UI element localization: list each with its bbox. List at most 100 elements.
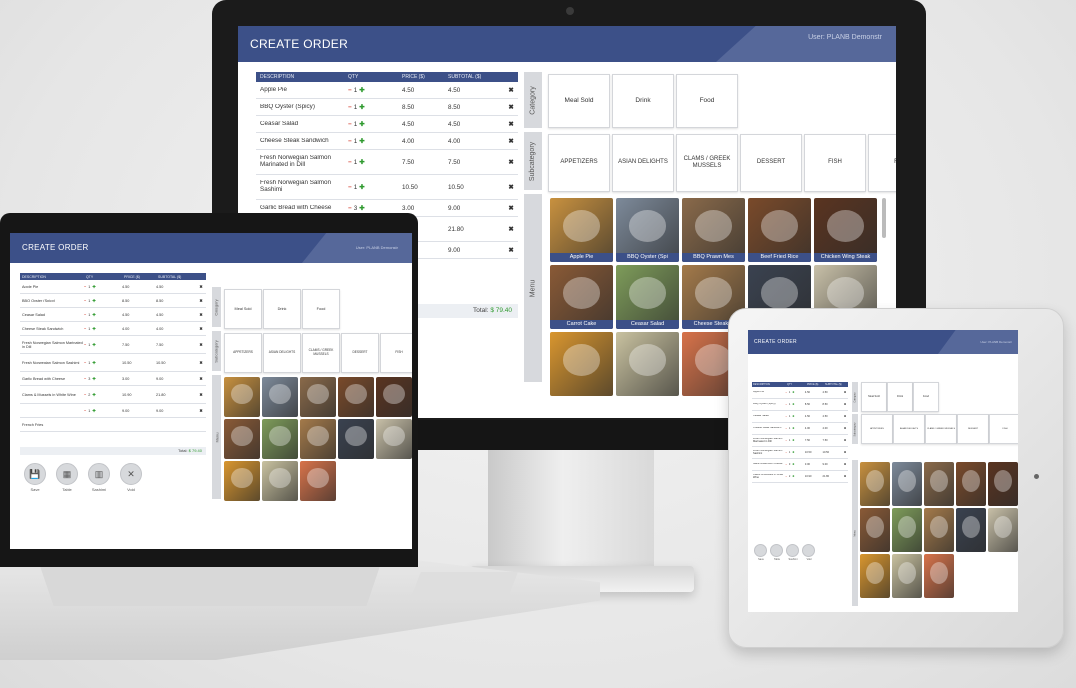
table-row[interactable]: Garlic Bread with Cheese −3 ✚ 3.00 9.00 ✖ [752,459,848,471]
qty-minus-icon[interactable]: − [348,104,352,111]
subcategory-button[interactable]: DESSERT [341,333,379,373]
qty-plus-icon[interactable]: ✚ [792,403,794,406]
table-row[interactable]: Fresh Norwegian Salmon Marinated in Dill… [752,435,848,447]
qty-plus-icon[interactable]: ✚ [792,391,794,394]
remove-item-icon[interactable]: ✖ [842,463,848,466]
qty-plus-icon[interactable]: ✚ [92,312,95,317]
table-button[interactable] [770,544,783,557]
remove-item-icon[interactable]: ✖ [196,284,206,289]
remove-item-icon[interactable]: ✖ [196,298,206,303]
qty-minus-icon[interactable]: − [348,184,352,191]
menu-item[interactable]: BBQ Oyster (Spi [616,198,679,262]
menu-item[interactable]: Cream Of Mushr [376,419,412,459]
qty-minus-icon[interactable]: − [348,138,352,145]
qty-minus-icon[interactable]: − [348,121,352,128]
category-button[interactable]: Food [913,382,939,412]
qty-minus-icon[interactable]: − [84,409,86,413]
menu-item[interactable] [860,554,890,598]
remove-item-icon[interactable]: ✖ [842,427,848,430]
menu-item[interactable] [224,461,260,501]
menu-item[interactable]: Apple Pie [224,377,260,417]
qty-plus-icon[interactable]: ✚ [359,138,364,145]
void-button[interactable]: ✕ [120,463,142,485]
subcategory-button[interactable]: ASIAN DELIGHTS [263,333,301,373]
remove-item-icon[interactable]: ✖ [504,87,518,94]
qty-minus-icon[interactable]: − [84,313,86,317]
menu-item[interactable]: Beef Fried Rice [338,377,374,417]
category-button[interactable]: Meal Sold [548,74,610,128]
menu-item[interactable]: Carrot Cake [550,265,613,329]
qty-minus-icon[interactable]: − [785,463,787,466]
category-button[interactable]: Drink [887,382,913,412]
void-button[interactable] [802,544,815,557]
qty-minus-icon[interactable]: − [348,205,352,212]
remove-item-icon[interactable]: ✖ [196,326,206,331]
qty-plus-icon[interactable]: ✚ [359,121,364,128]
qty-plus-icon[interactable]: ✚ [359,87,364,94]
remove-item-icon[interactable]: ✖ [504,184,518,191]
qty-minus-icon[interactable]: − [785,451,787,454]
sashimi-button[interactable]: ▥ [88,463,110,485]
remove-item-icon[interactable]: ✖ [196,376,206,381]
table-row[interactable]: Apple Pie −1 ✚ 4.50 4.50 ✖ [256,82,518,99]
table-row[interactable]: Ceasar Salad −1 ✚ 4.50 4.50 ✖ [256,116,518,133]
subcategory-button[interactable]: APPETIZERS [548,134,610,192]
qty-minus-icon[interactable]: − [84,377,86,381]
subcategory-button[interactable]: APPETIZERS [224,333,262,373]
table-row[interactable]: Ceasar Salad −1 ✚ 4.50 4.50 ✖ [752,411,848,423]
category-button[interactable]: Drink [263,289,301,329]
remove-item-icon[interactable]: ✖ [842,403,848,406]
qty-minus-icon[interactable]: − [348,87,352,94]
sashimi-button[interactable] [786,544,799,557]
remove-item-icon[interactable]: ✖ [504,104,518,111]
remove-item-icon[interactable]: ✖ [842,451,848,454]
remove-item-icon[interactable]: ✖ [504,138,518,145]
menu-item[interactable]: Chicken Wing Steak [376,377,412,417]
table-row[interactable]: Fresh Norwegian Salmon Marinated in Dill… [256,150,518,175]
qty-plus-icon[interactable]: ✚ [359,159,364,166]
table-row[interactable]: BBQ Oyster (Spicy) −1 ✚ 8.50 8.50 ✖ [752,399,848,411]
menu-item[interactable]: Carrot Cake [224,419,260,459]
remove-item-icon[interactable]: ✖ [842,439,848,442]
subcategory-button[interactable]: CLAMS / GREEK MUSSELS [302,333,340,373]
subcategory-button[interactable]: FISH [804,134,866,192]
qty-minus-icon[interactable]: − [84,285,86,289]
menu-item[interactable]: Chicken Wing Steak [814,198,877,262]
subcategory-button[interactable]: FISH [380,333,412,373]
subcategory-button[interactable]: FISH [989,414,1018,444]
menu-item[interactable]: Ceasar Salad [616,265,679,329]
table-row[interactable]: −1✚ 9.00 9.00 ✖ [20,404,206,418]
menu-item[interactable]: Chicken Wing Steak [988,462,1018,506]
remove-item-icon[interactable]: ✖ [196,342,206,347]
table-row[interactable]: Fresh Norwegian Salmon Sashimi −1 ✚ 10.50 10… [752,447,848,459]
menu-scrollbar[interactable] [882,198,886,238]
remove-item-icon[interactable]: ✖ [504,205,518,212]
qty-plus-icon[interactable]: ✚ [359,184,364,191]
save-button[interactable]: 💾 [24,463,46,485]
table-row[interactable]: Apple Pie −1 ✚ 4.50 4.50 ✖ [20,280,206,294]
menu-item[interactable] [550,332,613,396]
menu-item[interactable]: BBQ Prawn Mes [682,198,745,262]
remove-item-icon[interactable]: ✖ [842,475,848,478]
menu-item[interactable] [892,554,922,598]
menu-item[interactable]: BBQ Prawn Mes [300,377,336,417]
qty-minus-icon[interactable]: − [84,361,86,365]
table-row[interactable]: Fresh Norwegian Salmon Marinated in Dill… [20,336,206,354]
table-row[interactable]: BBQ Oyster (Spicy) −1 ✚ 8.50 8.50 ✖ [20,294,206,308]
remove-item-icon[interactable]: ✖ [504,226,518,233]
menu-item[interactable]: Clams & Mussels [338,419,374,459]
category-button[interactable]: Food [302,289,340,329]
subcategory-button[interactable]: ASIAN DELIGHTS [612,134,674,192]
qty-plus-icon[interactable]: ✚ [92,298,95,303]
table-row[interactable]: BBQ Oyster (Spicy) −1 ✚ 8.50 8.50 ✖ [256,99,518,116]
qty-minus-icon[interactable]: − [785,391,787,394]
menu-item[interactable]: Apple Pie [860,462,890,506]
remove-item-icon[interactable]: ✖ [842,415,848,418]
qty-minus-icon[interactable]: − [785,427,787,430]
table-row[interactable]: Cheese Steak Sandwich −1 ✚ 4.00 4.00 ✖ [752,423,848,435]
subcategory-button[interactable]: APPETIZERS [861,414,893,444]
menu-item[interactable]: Clams & Mussels [956,508,986,552]
qty-plus-icon[interactable]: ✚ [92,392,95,397]
subcategory-button[interactable]: F C [868,134,896,192]
qty-plus-icon[interactable]: ✚ [792,439,794,442]
